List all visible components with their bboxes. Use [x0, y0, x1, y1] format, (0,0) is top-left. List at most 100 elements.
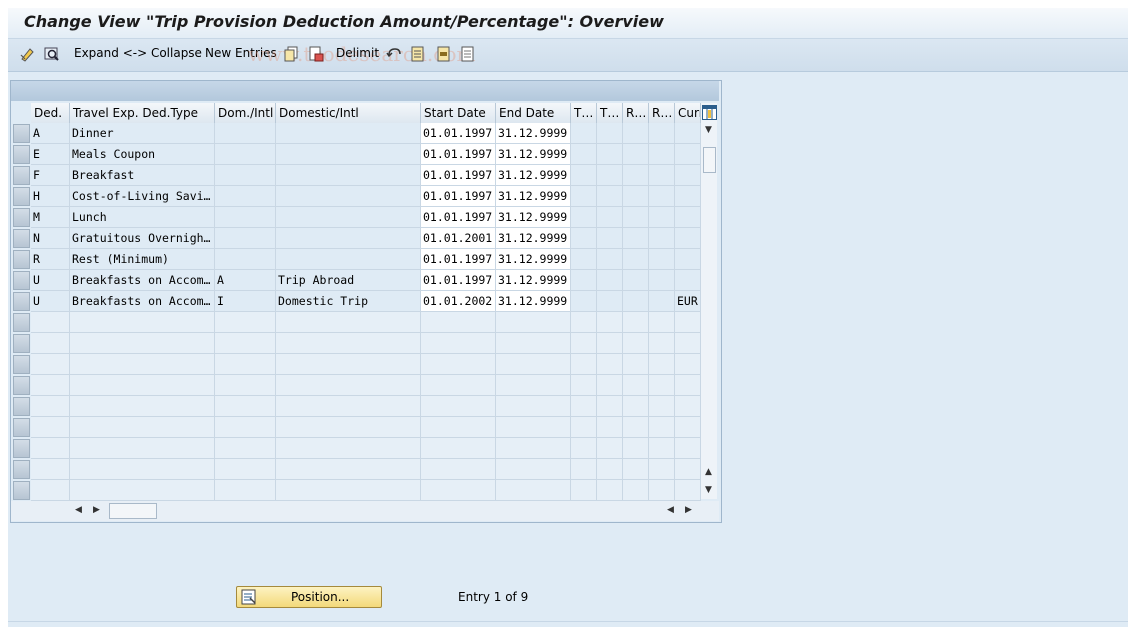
col-ded-header[interactable]: Ded.: [31, 103, 70, 123]
table-cell-end-date[interactable]: 31.12.9999: [496, 144, 571, 165]
delimit-button[interactable]: Delimit: [336, 46, 379, 60]
empty-table-cell: [421, 375, 496, 396]
col-travel-exp-ded-type-header[interactable]: Travel Exp. Ded.Type: [70, 103, 215, 123]
row-selector[interactable]: [13, 439, 30, 458]
table-cell-end-date[interactable]: 31.12.9999: [496, 186, 571, 207]
table-cell-travel-exp-ded-type: Breakfasts on Accom…: [70, 270, 215, 291]
col-r2-header[interactable]: R…: [649, 103, 675, 123]
position-button[interactable]: Position...: [236, 586, 382, 608]
row-selector[interactable]: [13, 124, 30, 143]
empty-table-cell: [70, 375, 215, 396]
row-selector[interactable]: [13, 229, 30, 248]
select-block-icon[interactable]: [436, 46, 452, 62]
scroll-down-icon[interactable]: ▼: [705, 125, 712, 135]
scroll-left-icon[interactable]: ◀: [75, 505, 82, 515]
table-cell-end-date[interactable]: 31.12.9999: [496, 123, 571, 144]
row-selector[interactable]: [13, 145, 30, 164]
row-selector[interactable]: [13, 397, 30, 416]
table-cell-t1: [571, 249, 597, 270]
empty-table-cell: [675, 417, 701, 438]
deselect-all-icon[interactable]: [460, 46, 476, 62]
table-cell-r1: [623, 291, 649, 312]
scroll-up-bottom-icon[interactable]: ▲: [705, 467, 712, 477]
row-selector[interactable]: [13, 376, 30, 395]
table-cell-t1: [571, 207, 597, 228]
row-selector[interactable]: [13, 334, 30, 353]
expand-collapse-button[interactable]: Expand <-> Collapse: [74, 46, 202, 60]
empty-table-cell: [276, 480, 421, 501]
table-cell-end-date[interactable]: 31.12.9999: [496, 207, 571, 228]
col-dom-intl-header[interactable]: Dom./Intl: [215, 103, 276, 123]
row-selector[interactable]: [13, 481, 30, 500]
column-settings-icon[interactable]: [702, 105, 717, 120]
horizontal-scrollbar[interactable]: ◀ ▶ ◀ ▶: [11, 501, 719, 521]
table-cell-end-date[interactable]: 31.12.9999: [496, 249, 571, 270]
col-domestic-intl-header[interactable]: Domestic/Intl: [276, 103, 421, 123]
table-cell-start-date[interactable]: 01.01.1997: [421, 123, 496, 144]
table-cell-travel-exp-ded-type: Cost-of-Living Savi…: [70, 186, 215, 207]
vertical-scrollbar[interactable]: ▲ ▼ ▲ ▼: [701, 103, 717, 499]
empty-table-cell: [70, 312, 215, 333]
scroll-thumb[interactable]: [703, 147, 716, 173]
table-cell-curr: [675, 165, 701, 186]
table-cell-start-date[interactable]: 01.01.2002: [421, 291, 496, 312]
delete-icon[interactable]: [308, 46, 324, 62]
table-cell-end-date[interactable]: 31.12.9999: [496, 228, 571, 249]
col-end-date-header[interactable]: End Date: [496, 103, 571, 123]
copy-as-icon[interactable]: [284, 46, 300, 62]
empty-table-cell: [70, 333, 215, 354]
row-selector[interactable]: [13, 355, 30, 374]
undo-change-icon[interactable]: [386, 46, 402, 62]
row-selector[interactable]: [13, 292, 30, 311]
row-selector[interactable]: [13, 460, 30, 479]
row-selector[interactable]: [13, 208, 30, 227]
col-curr-header[interactable]: Curr: [675, 103, 701, 123]
table-cell-end-date[interactable]: 31.12.9999: [496, 165, 571, 186]
scroll-left-end-icon[interactable]: ◀: [667, 505, 674, 515]
display-change-icon[interactable]: [20, 46, 36, 62]
select-all-icon[interactable]: [410, 46, 426, 62]
col-t1-header[interactable]: T…: [571, 103, 597, 123]
scroll-right-icon[interactable]: ▶: [93, 505, 100, 515]
table-cell-start-date[interactable]: 01.01.1997: [421, 249, 496, 270]
horizontal-scroll-thumb[interactable]: [109, 503, 157, 519]
empty-table-cell: [623, 438, 649, 459]
empty-table-cell: [70, 480, 215, 501]
empty-table-cell: [276, 312, 421, 333]
empty-table-cell: [597, 480, 623, 501]
scroll-down-bottom-icon[interactable]: ▼: [705, 485, 712, 495]
table-cell-start-date[interactable]: 01.01.1997: [421, 270, 496, 291]
table-cell-domestic-intl: Domestic Trip: [276, 291, 421, 312]
table-cell-start-date[interactable]: 01.01.1997: [421, 144, 496, 165]
row-selector[interactable]: [13, 250, 30, 269]
row-selector[interactable]: [13, 418, 30, 437]
empty-table-cell: [623, 375, 649, 396]
table-cell-end-date[interactable]: 31.12.9999: [496, 291, 571, 312]
empty-table-cell: [31, 375, 70, 396]
table-cell-travel-exp-ded-type: Lunch: [70, 207, 215, 228]
table-cell-r2: [649, 207, 675, 228]
row-selector[interactable]: [13, 187, 30, 206]
col-start-date-header[interactable]: Start Date: [421, 103, 496, 123]
table-cell-start-date[interactable]: 01.01.1997: [421, 186, 496, 207]
empty-table-cell: [649, 438, 675, 459]
other-view-icon[interactable]: [44, 46, 60, 62]
table-cell-domestic-intl: [276, 123, 421, 144]
table-cell-start-date[interactable]: 01.01.1997: [421, 165, 496, 186]
empty-table-cell: [215, 459, 276, 480]
table-cell-t2: [597, 270, 623, 291]
table-cell-start-date[interactable]: 01.01.1997: [421, 207, 496, 228]
empty-table-cell: [623, 480, 649, 501]
col-r1-header[interactable]: R…: [623, 103, 649, 123]
empty-table-cell: [571, 438, 597, 459]
col-t2-header[interactable]: T…: [597, 103, 623, 123]
row-selector[interactable]: [13, 166, 30, 185]
position-button-label: Position...: [291, 590, 350, 604]
table-cell-start-date[interactable]: 01.01.2001: [421, 228, 496, 249]
row-selector[interactable]: [13, 313, 30, 332]
table-cell-r1: [623, 144, 649, 165]
row-selector[interactable]: [13, 271, 30, 290]
empty-table-cell: [215, 354, 276, 375]
scroll-right-end-icon[interactable]: ▶: [685, 505, 692, 515]
table-cell-end-date[interactable]: 31.12.9999: [496, 270, 571, 291]
